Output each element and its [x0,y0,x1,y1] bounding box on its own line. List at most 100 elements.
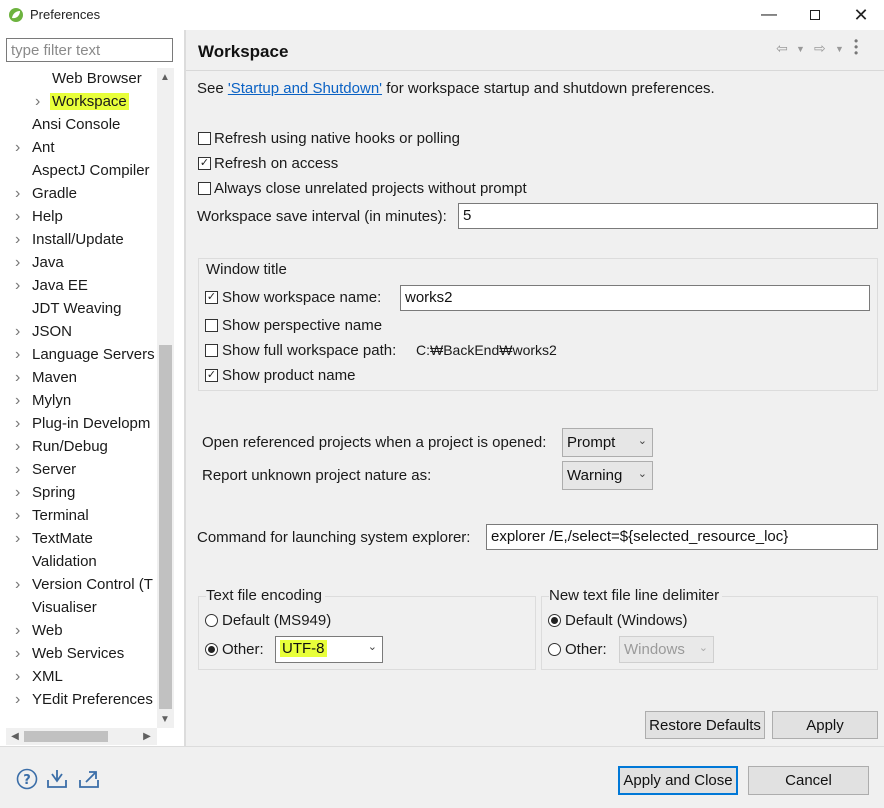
tree-item[interactable]: Java [32,252,64,274]
expand-chevron-icon[interactable]: › [15,275,25,297]
expand-chevron-icon[interactable]: › [15,666,25,688]
import-icon[interactable] [46,768,68,790]
expand-chevron-icon[interactable]: › [15,643,25,665]
refresh-access-checkbox[interactable]: ✓ [198,157,211,170]
expand-chevron-icon[interactable]: › [15,137,25,159]
tree-item[interactable]: Spring [32,482,75,504]
vertical-scroll-thumb[interactable] [159,345,172,709]
show-product-name-checkbox[interactable]: ✓ [205,369,218,382]
tree-item[interactable]: JSON [32,321,72,343]
filter-input[interactable] [6,38,173,62]
show-full-path-checkbox[interactable] [205,344,218,357]
apply-and-close-button[interactable]: Apply and Close [618,766,738,795]
tree-item[interactable]: Install/Update [32,229,124,251]
expand-chevron-icon[interactable]: › [15,183,25,205]
full-path-value: C:₩BackEnd₩works2 [416,342,557,358]
delimiter-select[interactable]: Windows ⌄ [619,636,714,663]
startup-shutdown-link[interactable]: 'Startup and Shutdown' [228,80,382,97]
show-perspective-checkbox[interactable] [205,319,218,332]
apply-button[interactable]: Apply [772,711,878,739]
tree-item[interactable]: AspectJ Compiler [32,160,150,182]
tree-item[interactable]: Run/Debug [32,436,108,458]
expand-chevron-icon[interactable]: › [15,229,25,251]
tree-item[interactable]: Workspace [50,91,129,113]
back-menu-icon[interactable]: ▼ [796,44,805,54]
tree-item[interactable]: Java EE [32,275,88,297]
refresh-native-checkbox[interactable] [198,132,211,145]
delimiter-other-radio[interactable] [548,643,561,656]
expand-chevron-icon[interactable]: › [15,367,25,389]
encoding-other-radio[interactable] [205,643,218,656]
tree-item[interactable]: Version Control (T [32,574,153,596]
restore-defaults-button[interactable]: Restore Defaults [645,711,765,739]
tree-item[interactable]: Ant [32,137,55,159]
export-icon[interactable] [78,768,100,790]
always-close-checkbox[interactable] [198,182,211,195]
expand-chevron-icon[interactable]: › [15,321,25,343]
cancel-button[interactable]: Cancel [748,766,869,795]
tree-item-label: Validation [32,553,97,570]
expand-chevron-icon[interactable]: › [15,459,25,481]
tree-item[interactable]: TextMate [32,528,93,550]
scroll-down-icon[interactable]: ▼ [158,712,172,726]
expand-chevron-icon[interactable]: › [15,505,25,527]
expand-chevron-icon[interactable]: › [15,206,25,228]
encoding-other-label: Other: [222,641,264,658]
expand-chevron-icon[interactable]: › [15,620,25,642]
encoding-default-radio[interactable] [205,614,218,627]
delimiter-default-radio[interactable] [548,614,561,627]
workspace-name-input[interactable]: works2 [400,285,870,311]
minimize-button[interactable]: — [746,0,792,30]
forward-menu-icon[interactable]: ▼ [835,44,844,54]
show-workspace-name-checkbox[interactable]: ✓ [205,291,218,304]
report-nature-select[interactable]: Warning ⌄ [562,461,653,490]
expand-chevron-icon[interactable]: › [15,344,25,366]
save-interval-input[interactable]: 5 [458,203,878,229]
tree-item[interactable]: Language Servers [32,344,155,366]
back-arrow-icon[interactable]: ⇦ [776,40,788,57]
expand-chevron-icon[interactable]: › [15,482,25,504]
open-referenced-select[interactable]: Prompt ⌄ [562,428,653,457]
expand-chevron-icon[interactable]: › [15,413,25,435]
tree-item[interactable]: Terminal [32,505,89,527]
tree-item-label: AspectJ Compiler [32,162,150,179]
close-button[interactable]: ✕ [838,0,884,30]
maximize-button[interactable] [792,0,838,30]
tree-item[interactable]: Server [32,459,76,481]
tree-item[interactable]: Ansi Console [32,114,120,136]
tree-item[interactable]: Validation [32,551,97,573]
help-icon[interactable]: ? [16,768,38,790]
expand-chevron-icon[interactable]: › [15,574,25,596]
encoding-select[interactable]: UTF-8 ⌄ [275,636,383,663]
expand-chevron-icon[interactable]: › [15,252,25,274]
tree-item[interactable]: Mylyn [32,390,71,412]
expand-chevron-icon[interactable]: › [15,436,25,458]
tree-item[interactable]: Web Services [32,643,124,665]
tree-item[interactable]: Maven [32,367,77,389]
tree-item[interactable]: YEdit Preferences [32,689,153,711]
expand-chevron-icon[interactable]: › [15,689,25,711]
tree-item[interactable]: Plug-in Developm [32,413,150,435]
tree-item[interactable]: Visualiser [32,597,97,619]
tree-item-label: Language Servers [32,346,155,363]
tree-item[interactable]: Web [32,620,63,642]
scroll-right-icon[interactable]: ▶ [140,729,154,743]
expand-chevron-icon[interactable]: › [15,528,25,550]
view-menu-icon[interactable]: • • • [854,35,858,59]
tree-item-label: JSON [32,323,73,340]
horizontal-scroll-thumb[interactable] [24,731,108,742]
tree-item[interactable]: Help [32,206,63,228]
expand-chevron-icon[interactable]: › [15,390,25,412]
tree-item-label: Web Browser [52,70,142,87]
tree-item[interactable]: Web Browser [52,68,142,90]
scroll-up-icon[interactable]: ▲ [158,70,172,84]
tree-item[interactable]: XML [32,666,63,688]
tree-item[interactable]: JDT Weaving [32,298,121,320]
intro-suffix: for workspace startup and shutdown prefe… [382,80,715,97]
expand-chevron-icon[interactable]: › [35,91,45,113]
explorer-command-input[interactable]: explorer /E,/select=${selected_resource_… [486,524,878,550]
scroll-left-icon[interactable]: ◀ [8,729,22,743]
tree-item-label: Install/Update [32,231,124,248]
tree-item[interactable]: Gradle [32,183,77,205]
forward-arrow-icon[interactable]: ⇨ [814,40,826,57]
